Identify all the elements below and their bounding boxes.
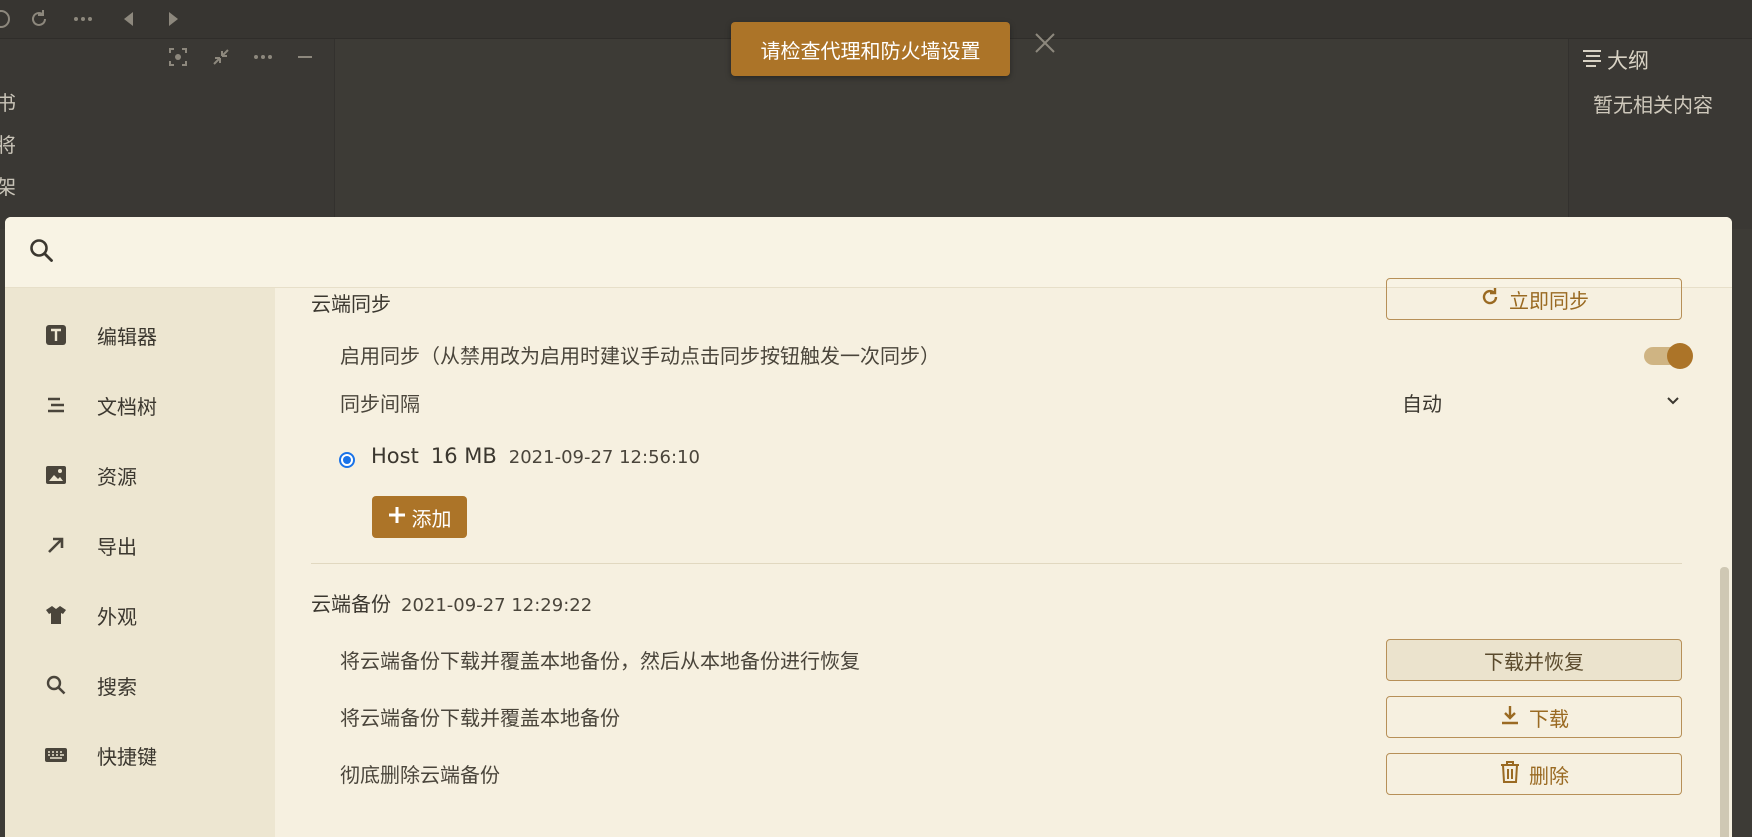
sidebar-item-label: 导出 — [97, 534, 137, 559]
download-label: 下载 — [1529, 706, 1569, 731]
image-icon — [39, 458, 73, 492]
host-radio[interactable] — [339, 452, 355, 468]
search-icon — [28, 237, 56, 265]
section-divider — [311, 563, 1682, 564]
minimize-icon[interactable] — [292, 44, 318, 70]
sync-now-label: 立即同步 — [1509, 288, 1589, 313]
sidebar-item-label: 外观 — [97, 604, 137, 629]
delete-button[interactable]: 删除 — [1386, 753, 1682, 795]
enable-sync-toggle[interactable] — [1644, 343, 1693, 369]
toggle-knob — [1667, 343, 1693, 369]
sidebar-item-label: 编辑器 — [97, 324, 157, 349]
scrollbar[interactable] — [1720, 567, 1729, 837]
back-icon[interactable] — [116, 6, 142, 32]
outline-icon — [1581, 48, 1603, 73]
settings-sidebar: 编辑器 文档树 资源 导出 外观 搜索 快捷键 — [5, 288, 275, 837]
keyboard-icon — [39, 738, 73, 772]
collapse-icon[interactable] — [208, 44, 234, 70]
download-icon — [1499, 704, 1521, 731]
settings-dialog: 编辑器 文档树 资源 导出 外观 搜索 快捷键 云端同步 立即同步 启用同步（从… — [5, 217, 1732, 837]
outline-panel: 大纲 暂无相关内容 — [1568, 39, 1752, 229]
sync-interval-label: 同步间隔 — [340, 392, 420, 416]
toast-message: 请检查代理和防火墙设置 — [760, 38, 981, 63]
add-button[interactable]: 添加 — [372, 496, 467, 538]
sidebar-item-export[interactable]: 导出 — [5, 515, 275, 575]
sidebar-item-shortcuts[interactable]: 快捷键 — [5, 725, 275, 785]
backup-row-text: 彻底删除云端备份 — [340, 763, 500, 787]
trash-icon — [1499, 760, 1521, 789]
sync-interval-select[interactable]: 自动 — [1402, 388, 1442, 417]
download-restore-button[interactable]: 下载并恢复 — [1386, 639, 1682, 681]
sidebar-item-editor[interactable]: 编辑器 — [5, 305, 275, 365]
delete-label: 删除 — [1529, 763, 1569, 788]
outline-title: 大纲 — [1607, 49, 1649, 73]
search-icon — [39, 668, 73, 702]
refresh-icon — [1479, 286, 1501, 313]
chevron-down-icon[interactable] — [1664, 392, 1682, 410]
forward-icon[interactable] — [160, 6, 186, 32]
sidebar-item-label: 快捷键 — [97, 744, 157, 769]
export-arrow-icon — [39, 528, 73, 562]
download-restore-label: 下载并恢复 — [1484, 649, 1584, 674]
outline-header: 大纲 — [1581, 45, 1649, 75]
sidebar-item-assets[interactable]: 资源 — [5, 445, 275, 505]
settings-search-input[interactable] — [75, 231, 1699, 275]
sidebar-item-filetree[interactable]: 文档树 — [5, 375, 275, 435]
tree-list-icon — [39, 388, 73, 422]
enable-sync-label: 启用同步（从禁用改为启用时建议手动点击同步按钮触发一次同步） — [340, 344, 940, 368]
download-button[interactable]: 下载 — [1386, 696, 1682, 738]
section-title-backup: 云端备份 2021-09-27 12:29:22 — [311, 588, 592, 617]
circle-icon[interactable] — [0, 6, 14, 32]
plus-icon — [388, 505, 406, 529]
settings-content: 云端同步 立即同步 启用同步（从禁用改为启用时建议手动点击同步按钮触发一次同步）… — [275, 278, 1732, 837]
backup-row-text: 将云端备份下载并覆盖本地备份 — [340, 706, 620, 730]
host-size: 16 MB — [430, 444, 497, 468]
sidebar-item-search[interactable]: 搜索 — [5, 655, 275, 715]
host-entry: Host 16 MB 2021-09-27 12:56:10 — [371, 444, 700, 468]
close-icon[interactable] — [1032, 30, 1058, 56]
sync-now-button[interactable]: 立即同步 — [1386, 278, 1682, 320]
add-label: 添加 — [411, 506, 452, 531]
text-t-icon — [39, 318, 73, 352]
tree-item-fragment: 架 — [0, 175, 16, 199]
sidebar-item-label: 搜索 — [97, 674, 137, 699]
refresh-icon[interactable] — [26, 6, 52, 32]
sidebar-item-label: 资源 — [97, 464, 137, 489]
backup-time: 2021-09-27 12:29:22 — [401, 595, 593, 616]
more-icon[interactable] — [70, 6, 96, 32]
more-icon[interactable] — [250, 44, 276, 70]
sidebar-item-appearance[interactable]: 外观 — [5, 585, 275, 645]
host-name: Host — [371, 444, 419, 468]
section-title-sync: 云端同步 — [311, 292, 391, 316]
outline-empty-text: 暂无相关内容 — [1593, 93, 1713, 117]
error-toast: 请检查代理和防火墙设置 — [731, 22, 1010, 76]
sidebar-item-label: 文档树 — [97, 394, 157, 419]
focus-icon[interactable] — [165, 44, 191, 70]
host-time: 2021-09-27 12:56:10 — [508, 447, 700, 468]
backup-row-text: 将云端备份下载并覆盖本地备份，然后从本地备份进行恢复 — [340, 649, 860, 673]
backup-title: 云端备份 — [311, 592, 391, 616]
shirt-icon — [39, 598, 73, 632]
tree-item-fragment: 将 — [0, 133, 16, 157]
tree-item-fragment: 书 — [0, 91, 16, 115]
